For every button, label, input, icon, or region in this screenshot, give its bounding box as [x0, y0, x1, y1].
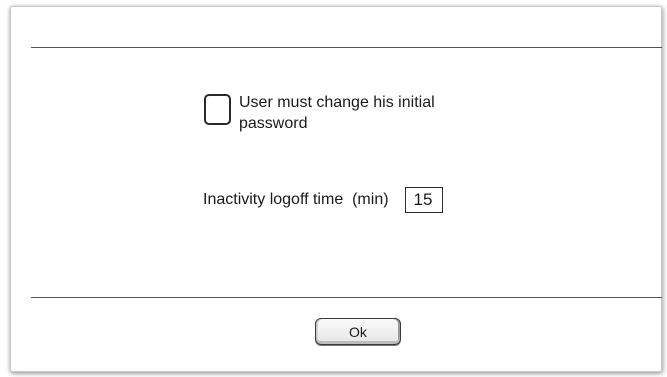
- change-password-label: User must change his initial password: [239, 94, 435, 132]
- bottom-divider: [31, 297, 662, 298]
- change-password-checkbox[interactable]: [204, 94, 231, 125]
- settings-dialog: User must change his initial password In…: [10, 6, 662, 372]
- change-password-row: User must change his initial password: [204, 92, 439, 134]
- inactivity-logoff-input[interactable]: [404, 187, 443, 213]
- top-divider: [31, 47, 662, 48]
- inactivity-logoff-label: Inactivity logoff time (min): [203, 191, 389, 208]
- inactivity-row: Inactivity logoff time (min): [203, 187, 443, 213]
- ok-button[interactable]: Ok: [315, 318, 401, 345]
